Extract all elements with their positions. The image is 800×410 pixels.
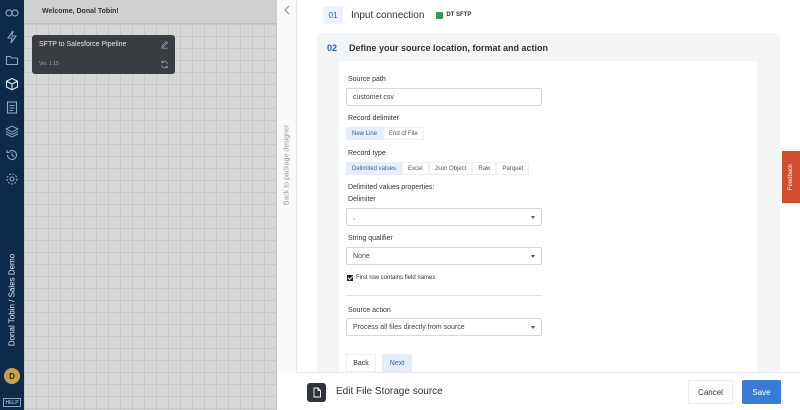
step-title: Define your source location, format and … xyxy=(349,43,549,53)
pipeline-name: SFTP to Salesforce Pipeline xyxy=(39,41,127,48)
record-type-raw[interactable]: Raw xyxy=(472,162,497,175)
record-type-label: Record type xyxy=(348,150,386,157)
pipeline-version: Ver. 1.15 xyxy=(39,61,59,67)
step-source-header: 02 Define your source location, format a… xyxy=(327,43,548,53)
caret-down-icon xyxy=(531,255,535,258)
step-number: 01 xyxy=(323,6,343,24)
source-path-label: Source path xyxy=(348,76,386,83)
pipeline-card[interactable]: SFTP to Salesforce Pipeline Ver. 1.15 xyxy=(32,35,175,74)
first-row-header-checkbox[interactable]: First row contains field names xyxy=(347,275,435,281)
step-input-connection[interactable]: 01 Input connection DT SFTP xyxy=(323,5,471,25)
record-delimiter-end-of-file[interactable]: End of File xyxy=(383,127,424,140)
avatar[interactable]: D xyxy=(4,368,20,384)
help-button[interactable]: HELP xyxy=(3,398,21,407)
step-source-panel: 02 Define your source location, format a… xyxy=(317,33,780,378)
source-path-input[interactable]: customer.csv xyxy=(346,88,542,106)
record-type-toggle: Delimited values Excel Json Object Raw P… xyxy=(346,162,530,175)
cancel-button[interactable]: Cancel xyxy=(688,380,733,404)
pipeline-canvas[interactable]: Welcome, Donal Tobin! SFTP to Salesforce… xyxy=(24,0,277,410)
gear-icon[interactable] xyxy=(5,172,19,186)
lightning-icon[interactable] xyxy=(5,30,19,44)
delimiter-label: Delimiter xyxy=(348,196,376,203)
connection-name: DT SFTP xyxy=(446,12,472,18)
back-rail[interactable]: Back to package designer xyxy=(277,0,297,372)
next-button[interactable]: Next xyxy=(382,354,412,372)
chevron-left-icon[interactable] xyxy=(283,5,291,15)
back-to-designer-link[interactable]: Back to package designer xyxy=(277,110,297,220)
drawer-footer: Edit File Storage source Cancel Save xyxy=(297,372,800,410)
source-action-select[interactable]: Process all files directly from source xyxy=(346,318,542,336)
record-type-excel[interactable]: Excel xyxy=(402,162,429,175)
record-type-parquet[interactable]: Parquet xyxy=(496,162,530,175)
package-icon[interactable] xyxy=(5,77,19,91)
sftp-connection-icon xyxy=(436,11,444,19)
folder-icon[interactable] xyxy=(5,53,19,67)
logo-icon[interactable] xyxy=(5,6,19,20)
source-form: Source path customer.csv Record delimite… xyxy=(339,61,757,378)
clipboard-icon[interactable] xyxy=(5,100,19,114)
file-icon xyxy=(307,383,326,402)
string-qualifier-label: String qualifier xyxy=(348,235,393,242)
step-title: Input connection xyxy=(351,9,425,21)
caret-down-icon xyxy=(531,326,535,329)
welcome-text: Welcome, Donal Tobin! xyxy=(42,8,119,15)
step-number: 02 xyxy=(327,43,338,53)
delimited-props-label: Delimited values properties: xyxy=(348,184,435,191)
save-button[interactable]: Save xyxy=(742,380,781,404)
history-icon[interactable] xyxy=(5,148,19,162)
record-type-json[interactable]: Json Object xyxy=(428,162,473,175)
record-delimiter-label: Record delimiter xyxy=(348,115,399,122)
layers-icon[interactable] xyxy=(5,124,19,138)
workspace-label[interactable]: Donal Tobin / Sales Demo xyxy=(2,240,22,360)
string-qualifier-select[interactable]: None xyxy=(346,247,542,265)
canvas-topbar: Welcome, Donal Tobin! xyxy=(24,0,277,24)
drawer-title: Edit File Storage source xyxy=(336,386,443,397)
sync-icon[interactable] xyxy=(160,60,169,69)
divider xyxy=(346,295,542,296)
edit-source-drawer: Back to package designer 01 Input connec… xyxy=(277,0,800,410)
checkbox-checked-icon[interactable] xyxy=(347,275,353,281)
pencil-icon[interactable] xyxy=(160,40,169,49)
back-button[interactable]: Back xyxy=(346,354,376,372)
source-action-label: Source action xyxy=(348,307,391,314)
record-type-delimited[interactable]: Delimited values xyxy=(346,162,403,175)
delimiter-select[interactable]: , xyxy=(346,208,542,226)
record-delimiter-toggle: New Line End of File xyxy=(346,127,424,140)
record-delimiter-new-line[interactable]: New Line xyxy=(346,127,384,140)
connection-badge: DT SFTP xyxy=(436,11,472,19)
feedback-tab[interactable]: Feedback xyxy=(782,151,800,203)
left-nav: Donal Tobin / Sales Demo D HELP xyxy=(0,0,24,410)
caret-down-icon xyxy=(531,216,535,219)
